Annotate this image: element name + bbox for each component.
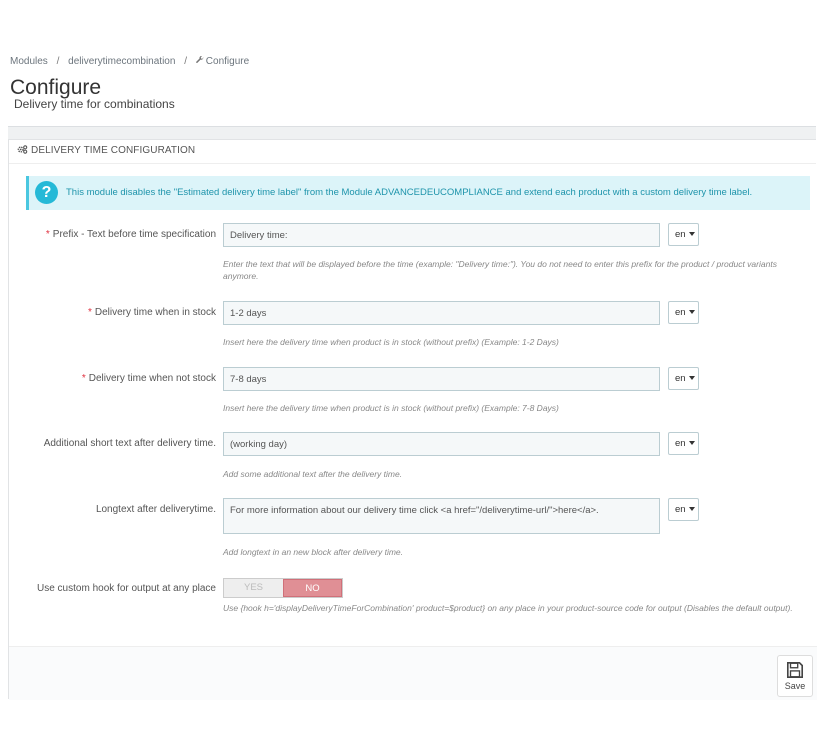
- not-in-stock-label: * Delivery time when not stock: [81, 373, 216, 384]
- breadcrumb: Modules / deliverytimecombination / Conf…: [10, 56, 249, 67]
- longtext-help: Add longtext in an new block after deliv…: [223, 547, 404, 557]
- short-text-input[interactable]: (working day): [223, 432, 660, 456]
- save-button[interactable]: Save: [777, 655, 813, 697]
- wrench-icon: [195, 56, 204, 67]
- required-marker: *: [81, 373, 86, 384]
- breadcrumb-modules[interactable]: Modules: [10, 56, 48, 67]
- short-text-help: Add some additional text after the deliv…: [223, 469, 403, 479]
- breadcrumb-separator: /: [184, 56, 187, 67]
- longtext-label: Longtext after deliverytime.: [95, 504, 216, 515]
- save-label: Save: [784, 681, 806, 691]
- caret-down-icon: [688, 310, 695, 314]
- caret-down-icon: [688, 441, 695, 445]
- short-text-lang-dropdown[interactable]: en: [668, 432, 699, 455]
- caret-down-icon: [688, 376, 695, 380]
- info-alert: ? This module disables the "Estimated de…: [26, 176, 810, 210]
- custom-hook-switch[interactable]: YES NO: [223, 578, 343, 598]
- breadcrumb-module[interactable]: deliverytimecombination: [68, 56, 175, 67]
- page-subtitle: Delivery time for combinations: [14, 97, 175, 111]
- required-marker: *: [87, 307, 92, 318]
- caret-down-icon: [688, 232, 695, 236]
- custom-hook-help: Use {hook h='displayDeliveryTimeForCombi…: [223, 603, 793, 613]
- prefix-label: * Prefix - Text before time specification: [45, 229, 216, 240]
- short-text-label: Additional short text after delivery tim…: [43, 438, 216, 449]
- switch-yes-option[interactable]: YES: [224, 579, 283, 597]
- toolbar-strip: [8, 126, 816, 140]
- prefix-lang-dropdown[interactable]: en: [668, 223, 699, 246]
- panel-heading-text: Delivery time configuration: [31, 145, 196, 156]
- cogs-icon: [17, 145, 28, 157]
- switch-no-option[interactable]: NO: [283, 579, 342, 597]
- config-panel: Delivery time configuration ? This modul…: [8, 139, 817, 700]
- in-stock-input[interactable]: 1-2 days: [223, 301, 660, 325]
- longtext-input[interactable]: For more information about our delivery …: [223, 498, 660, 534]
- prefix-help: Enter the text that will be displayed be…: [223, 259, 777, 281]
- in-stock-help: Insert here the delivery time when produ…: [223, 337, 559, 347]
- longtext-lang-dropdown[interactable]: en: [668, 498, 699, 521]
- save-icon: [786, 661, 804, 679]
- alert-text: This module disables the "Estimated deli…: [66, 187, 753, 198]
- not-in-stock-help: Insert here the delivery time when produ…: [223, 403, 559, 413]
- breadcrumb-configure: Configure: [205, 56, 250, 67]
- required-marker: *: [45, 229, 50, 240]
- panel-footer: Save: [9, 646, 817, 700]
- breadcrumb-separator: /: [56, 56, 60, 67]
- caret-down-icon: [688, 507, 695, 511]
- in-stock-label: * Delivery time when in stock: [87, 307, 216, 318]
- panel-heading: Delivery time configuration: [9, 140, 816, 164]
- not-in-stock-input[interactable]: 7-8 days: [223, 367, 660, 391]
- custom-hook-label: Use custom hook for output at any place: [37, 583, 216, 594]
- in-stock-lang-dropdown[interactable]: en: [668, 301, 699, 324]
- prefix-input[interactable]: Delivery time:: [223, 223, 660, 247]
- question-icon: ?: [35, 181, 58, 204]
- not-in-stock-lang-dropdown[interactable]: en: [668, 367, 699, 390]
